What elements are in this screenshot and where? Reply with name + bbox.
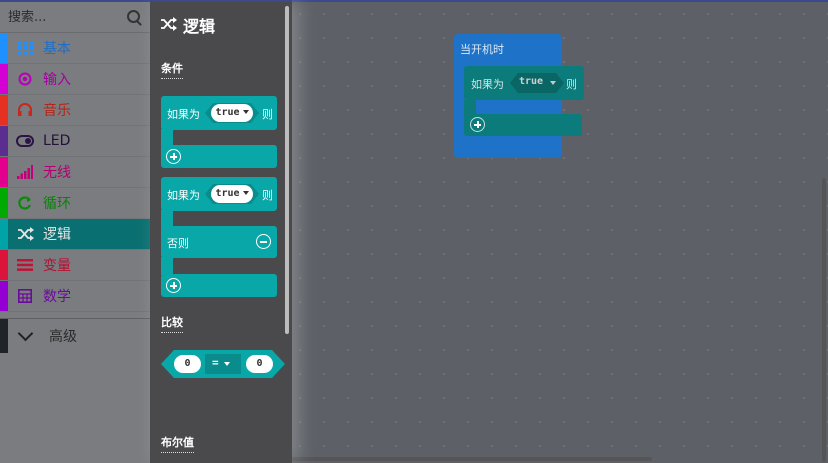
category-color-bar — [0, 95, 8, 125]
search-input[interactable] — [6, 6, 122, 28]
if-else-arm-2 — [161, 257, 173, 275]
else-row: 否则 — [161, 226, 277, 258]
category-color-bar — [0, 64, 8, 94]
category-color-bar — [0, 157, 8, 187]
chevron-down-icon — [17, 325, 34, 342]
section-label-conditions: 条件 — [161, 60, 183, 79]
logic-flyout: 逻辑 条件 如果为 true 则 如果为 true 则 否则 比较 0 = 0 … — [150, 0, 292, 463]
then-label: 则 — [262, 108, 273, 121]
signal-bars-icon — [16, 164, 34, 180]
category-label: 无线 — [43, 165, 71, 181]
category-label: 基本 — [43, 41, 71, 57]
search-bar — [0, 2, 150, 33]
boolean-dropdown[interactable]: true — [211, 185, 253, 203]
category-label: 输入 — [43, 72, 71, 88]
category-color-bar — [0, 126, 8, 156]
then-label: 则 — [262, 189, 273, 202]
radio-target-icon — [16, 71, 34, 87]
category-loops[interactable]: 循环 — [0, 188, 150, 219]
toggle-icon — [16, 133, 34, 149]
category-color-bar — [0, 219, 8, 249]
category-color-bar — [0, 250, 8, 280]
category-label: 高级 — [49, 329, 77, 345]
workspace-then-label: 则 — [566, 78, 577, 91]
add-else-icon[interactable] — [470, 117, 485, 132]
if-label: 如果为 — [167, 108, 200, 121]
dropdown-arrow-icon — [550, 81, 556, 85]
on-start-label: 当开机时 — [460, 43, 504, 56]
if-then-header: 如果为 true 则 — [161, 96, 277, 130]
add-else-icon[interactable] — [166, 149, 181, 164]
if-else-bottom — [161, 274, 277, 297]
if-block-bottom — [161, 145, 277, 168]
boolean-slot[interactable]: true — [205, 103, 259, 123]
on-start-block[interactable]: 当开机时 如果为 true 则 — [454, 34, 584, 158]
flyout-title: 逻辑 — [183, 17, 216, 36]
add-else-icon[interactable] — [166, 278, 181, 293]
category-variables[interactable]: 变量 — [0, 250, 150, 281]
lines-icon — [16, 257, 34, 273]
compare-right-value[interactable]: 0 — [246, 355, 273, 373]
headphones-icon — [16, 102, 34, 118]
category-led[interactable]: LED — [0, 126, 150, 157]
workspace-if-label: 如果为 — [471, 78, 504, 91]
compare-block[interactable]: 0 = 0 — [161, 350, 285, 378]
boolean-dropdown[interactable]: true — [211, 104, 253, 122]
category-label: 数学 — [43, 289, 71, 305]
boolean-value: true — [215, 107, 240, 118]
workspace-if-block[interactable]: 如果为 true 则 — [464, 66, 584, 100]
flyout-header: 逻辑 — [160, 13, 215, 37]
compare-operator: = — [212, 356, 219, 369]
category-music[interactable]: 音乐 — [0, 95, 150, 126]
toolbox-divider — [0, 312, 150, 319]
else-label: 否则 — [167, 237, 189, 250]
calculator-icon — [16, 288, 34, 304]
workspace-if-bottom[interactable] — [464, 114, 582, 136]
boolean-value: true — [215, 188, 240, 199]
dropdown-arrow-icon — [224, 362, 230, 366]
compare-left-value[interactable]: 0 — [174, 355, 201, 373]
category-input[interactable]: 输入 — [0, 64, 150, 95]
shuffle-icon — [160, 16, 177, 35]
workspace-vertical-scrollbar[interactable] — [822, 178, 826, 462]
category-label: 变量 — [43, 258, 71, 274]
category-label: 音乐 — [43, 103, 71, 119]
shuffle-icon — [16, 226, 34, 242]
section-label-boolean: 布尔值 — [161, 434, 194, 453]
compare-operator-dropdown[interactable]: = — [205, 354, 241, 374]
category-color-bar — [0, 281, 8, 311]
remove-else-icon[interactable] — [256, 234, 271, 249]
category-color-bar — [0, 33, 8, 63]
if-else-header: 如果为 true 则 — [161, 177, 277, 211]
workspace-bool-value: true — [519, 76, 544, 87]
dropdown-arrow-icon — [243, 191, 249, 195]
category-label: LED — [43, 133, 71, 149]
category-radio[interactable]: 无线 — [0, 157, 150, 188]
category-color-bar — [0, 188, 8, 218]
category-logic[interactable]: 逻辑 — [0, 219, 150, 250]
section-label-comparison: 比较 — [161, 314, 183, 333]
category-color-bar — [0, 319, 8, 353]
refresh-icon — [16, 195, 34, 211]
if-label: 如果为 — [167, 189, 200, 202]
category-basic[interactable]: 基本 — [0, 33, 150, 64]
category-advanced[interactable]: 高级 — [0, 319, 150, 353]
search-icon[interactable] — [127, 10, 140, 23]
boolean-slot[interactable]: true — [205, 184, 259, 204]
category-math[interactable]: 数学 — [0, 281, 150, 312]
toolbox: 基本 输入 音乐 LED 无线 循环 — [0, 0, 150, 463]
category-label: 循环 — [43, 196, 71, 212]
workspace-bool-slot[interactable]: true — [510, 73, 564, 93]
grid-icon — [16, 40, 34, 56]
category-label: 逻辑 — [43, 227, 71, 243]
if-then-block[interactable]: 如果为 true 则 — [161, 96, 289, 170]
dropdown-arrow-icon — [243, 110, 249, 114]
if-then-else-block[interactable]: 如果为 true 则 否则 — [161, 177, 289, 299]
workspace-horizontal-scrollbar[interactable] — [292, 457, 652, 461]
